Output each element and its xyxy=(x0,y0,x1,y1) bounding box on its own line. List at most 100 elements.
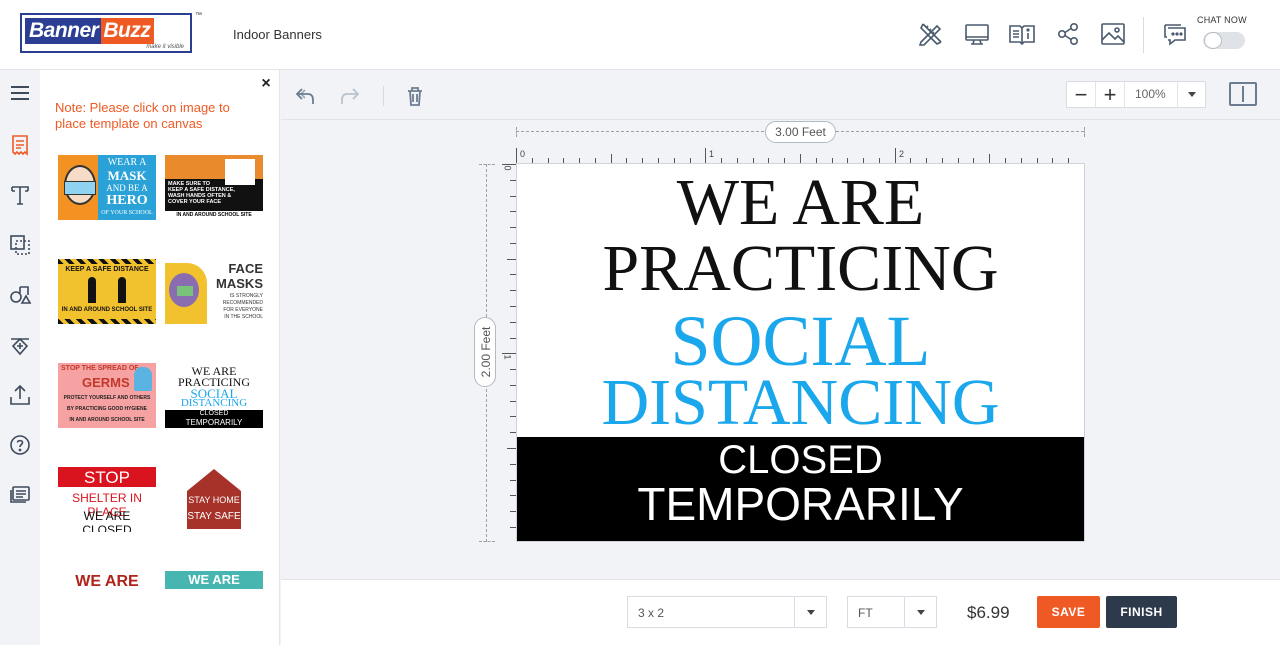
logo-wordmark: Banner Buzz xyxy=(25,18,187,44)
help-icon[interactable] xyxy=(5,430,35,460)
template-thumbnail[interactable]: STOP THE SPREAD OF GERMS PROTECT YOURSEL… xyxy=(58,363,156,428)
unit-select-value: FT xyxy=(858,606,873,620)
text-tool-icon[interactable] xyxy=(5,180,35,210)
canvas-toolbar: − + 100% xyxy=(281,70,1280,120)
chat-icon[interactable] xyxy=(1160,19,1190,49)
clipart-tool-icon[interactable] xyxy=(5,330,35,360)
template-line: PROTECT YOURSELF AND OTHERS xyxy=(63,395,151,401)
design-tools-icon[interactable] xyxy=(916,19,946,49)
finish-button[interactable]: FINISH xyxy=(1106,596,1177,628)
canvas-text-we-are[interactable]: WE ARE xyxy=(517,170,1084,236)
design-canvas[interactable]: WE ARE PRACTICING SOCIAL DISTANCING CLOS… xyxy=(516,163,1085,542)
template-line: OF YOUR SCHOOL xyxy=(101,210,153,216)
width-dimension-tick xyxy=(516,127,517,137)
close-panel-icon[interactable]: × xyxy=(258,76,274,92)
split-panel-toggle-icon[interactable] xyxy=(1229,82,1257,106)
logo-word-banner: Banner xyxy=(25,18,102,44)
template-line: FACE xyxy=(228,261,263,276)
template-line: WE ARE CLOSED xyxy=(82,509,132,532)
template-thumbnail[interactable]: KEEP A SAFE DISTANCE IN AND AROUND SCHOO… xyxy=(58,259,156,324)
kid-figure xyxy=(134,367,152,391)
house-roof-icon xyxy=(187,469,241,491)
chat-toggle-knob xyxy=(1204,32,1222,49)
ruler-y-label: 1 xyxy=(502,354,513,360)
save-button[interactable]: SAVE xyxy=(1037,596,1100,628)
template-line: MASK xyxy=(107,168,147,183)
mask-shape xyxy=(64,181,96,195)
templates-panel: × Note: Please click on image to place t… xyxy=(40,70,280,645)
template-line: STAY HOME xyxy=(188,495,240,505)
canvas-stage: 3.00 Feet 2.00 Feet 0 1 2 0 1 WE ARE PRA… xyxy=(281,120,1280,579)
template-line: STOP THE SPREAD OF xyxy=(61,365,139,372)
delete-trash-icon[interactable] xyxy=(402,83,428,109)
zoom-in-button[interactable]: + xyxy=(1096,82,1125,107)
template-thumbnail[interactable]: WE ARE PRACTICING SOCIAL DISTANCING CLOS… xyxy=(165,363,263,428)
unit-select[interactable]: FT xyxy=(847,596,937,628)
canvas-black-band[interactable]: CLOSED TEMPORARILY xyxy=(517,437,1084,541)
template-thumbnail[interactable]: STOP SHELTER IN PLACE WE ARE CLOSED xyxy=(58,467,156,532)
template-line: MASKS xyxy=(216,276,263,291)
size-select-value: 3 x 2 xyxy=(638,606,665,620)
zoom-control: − + 100% xyxy=(1066,81,1206,108)
template-line: IN AND AROUND SCHOOL SITE xyxy=(165,211,263,220)
logo-word-buzz: Buzz xyxy=(101,18,155,44)
template-line: IN AND AROUND SCHOOL SITE xyxy=(69,417,145,423)
template-line: CLOSED xyxy=(199,410,229,417)
template-thumbnail[interactable]: FACE MASKS IS STRONGLY RECOMMENDED FOR E… xyxy=(165,259,263,324)
logo-tagline: make it visible xyxy=(146,44,184,50)
canvas-text-practicing[interactable]: PRACTICING xyxy=(517,236,1084,302)
redo-icon[interactable] xyxy=(337,83,363,109)
template-line: KEEP A SAFE DISTANCE xyxy=(65,266,149,273)
share-icon[interactable] xyxy=(1053,19,1083,49)
preview-monitor-icon[interactable] xyxy=(962,19,992,49)
canvas-text-closed[interactable]: CLOSED xyxy=(517,437,1084,483)
template-thumbnail[interactable]: STAY HOME STAY SAFE xyxy=(165,467,263,532)
menu-icon[interactable] xyxy=(5,78,35,108)
zoom-level-value[interactable]: 100% xyxy=(1125,82,1178,107)
template-line: COVER YOUR FACE xyxy=(168,199,222,205)
ruler-x-label: 1 xyxy=(709,149,715,159)
template-line: HERO xyxy=(106,193,148,208)
price-value: $6.99 xyxy=(967,603,1010,622)
template-line: WE ARE xyxy=(188,572,240,587)
page-title: Indoor Banners xyxy=(233,27,322,42)
height-dimension-label: 2.00 Feet xyxy=(479,326,493,378)
zoom-out-button[interactable]: − xyxy=(1067,82,1096,107)
template-line: BY PRACTICING GOOD HYGIENE xyxy=(67,406,147,412)
template-thumbnail[interactable]: WE ARE xyxy=(165,571,263,589)
hazard-stripe xyxy=(58,319,156,324)
template-thumbnail[interactable]: WEAR A MASK AND BE A HERO OF YOUR SCHOOL xyxy=(58,155,156,220)
ruler-x-label: 2 xyxy=(899,149,905,159)
template-thumbnail[interactable]: WE ARE xyxy=(58,571,156,589)
trademark-symbol: ™ xyxy=(195,12,202,19)
tool-rail xyxy=(0,70,40,645)
notes-icon[interactable] xyxy=(5,480,35,510)
header-divider xyxy=(1143,17,1144,53)
hazard-stripe xyxy=(58,259,156,264)
person-figure xyxy=(88,277,96,303)
shapes-tool-icon[interactable] xyxy=(5,280,35,310)
undo-icon[interactable] xyxy=(292,83,318,109)
background-tool-icon[interactable] xyxy=(5,230,35,260)
bannerbuzz-logo[interactable]: Banner Buzz make it visible xyxy=(20,13,192,53)
image-gallery-icon[interactable] xyxy=(1098,19,1128,49)
product-info-icon[interactable] xyxy=(1007,19,1037,49)
template-line: WE ARE xyxy=(75,573,139,589)
toolbar-separator xyxy=(383,86,384,106)
vertical-ruler xyxy=(502,164,516,528)
chat-toggle[interactable] xyxy=(1203,32,1245,49)
upload-icon[interactable] xyxy=(5,380,35,410)
chat-now-label: CHAT NOW xyxy=(1197,15,1247,25)
ruler-x-label: 0 xyxy=(520,149,526,159)
chevron-down-icon xyxy=(794,597,826,627)
zoom-dropdown-chevron-icon[interactable] xyxy=(1178,82,1205,107)
template-thumbnail[interactable]: MAKE SURE TO KEEP A SAFE DISTANCE, WASH … xyxy=(165,155,263,220)
template-line: IN THE SCHOOL xyxy=(224,314,263,320)
canvas-text-temporarily[interactable]: TEMPORARILY xyxy=(517,479,1084,529)
ruler-y-label: 0 xyxy=(502,165,513,171)
canvas-text-distancing[interactable]: DISTANCING xyxy=(517,370,1084,436)
size-select[interactable]: 3 x 2 xyxy=(627,596,827,628)
template-line: FOR EVERYONE xyxy=(223,307,263,313)
height-dimension-tick xyxy=(479,541,495,542)
templates-icon[interactable] xyxy=(5,130,35,160)
